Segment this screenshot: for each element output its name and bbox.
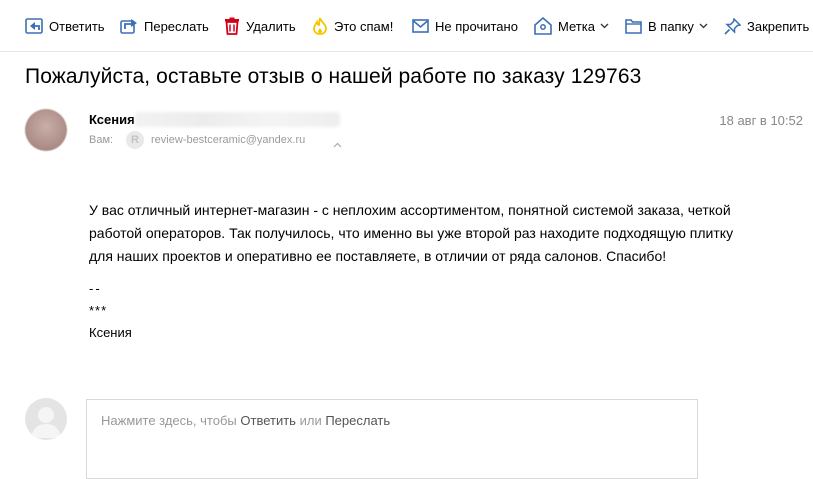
signature-name: Ксения xyxy=(89,325,132,340)
body-line: У вас отличный интернет-магазин - с непл… xyxy=(89,202,731,218)
message-subject: Пожалуйста, оставьте отзыв о нашей работ… xyxy=(25,65,642,88)
signature-stars: *** xyxy=(89,303,108,318)
reply-button[interactable]: Ответить xyxy=(25,14,105,38)
spam-fire-icon xyxy=(312,17,328,35)
reply-label: Ответить xyxy=(49,18,105,34)
quick-reply-or: или xyxy=(299,413,322,428)
signature-separator: -- xyxy=(89,281,102,296)
label-label: Метка xyxy=(558,18,595,34)
delete-button[interactable]: Удалить xyxy=(224,14,296,38)
envelope-icon xyxy=(412,19,429,33)
message-toolbar: Ответить Переслать Удалить Это спам! Не … xyxy=(0,0,813,52)
quick-reply-link[interactable]: Ответить xyxy=(240,413,296,428)
quick-reply-box[interactable] xyxy=(86,399,698,479)
recipient-avatar: R xyxy=(126,131,144,149)
mark-unread-button[interactable]: Не прочитано xyxy=(412,14,518,38)
pin-icon xyxy=(724,17,741,35)
reply-icon xyxy=(25,17,43,35)
tag-icon xyxy=(534,17,552,35)
spam-button[interactable]: Это спам! xyxy=(312,14,393,38)
message-date: 18 авг в 10:52 xyxy=(719,113,803,128)
pin-label: Закрепить xyxy=(747,18,810,34)
unread-label: Не прочитано xyxy=(435,18,518,34)
recipient-address[interactable]: review-bestceramic@yandex.ru xyxy=(151,134,305,146)
quick-forward-link[interactable]: Переслать xyxy=(325,413,390,428)
chevron-down-icon xyxy=(699,23,708,29)
user-avatar-placeholder xyxy=(25,398,67,440)
sender-email-redacted xyxy=(135,112,340,127)
sender-name[interactable]: Ксения xyxy=(89,112,135,127)
chevron-down-icon xyxy=(600,23,609,29)
folder-icon xyxy=(625,18,642,34)
message-body: У вас отличный интернет-магазин - с непл… xyxy=(89,199,789,268)
move-to-folder-dropdown[interactable]: В папку xyxy=(625,14,708,38)
trash-icon xyxy=(224,17,240,35)
forward-button[interactable]: Переслать xyxy=(120,14,209,38)
body-line: работой операторов. Так получилось, что … xyxy=(89,225,734,241)
folder-label: В папку xyxy=(648,18,694,34)
spam-label: Это спам! xyxy=(334,18,394,34)
pin-button[interactable]: Закрепить xyxy=(724,14,809,38)
forward-label: Переслать xyxy=(144,18,209,34)
quick-reply-hint: Нажмите здесь, чтобы Ответить или Пересл… xyxy=(101,413,390,428)
sender-avatar[interactable] xyxy=(25,109,67,151)
quick-reply-prefix: Нажмите здесь, чтобы xyxy=(101,413,237,428)
body-line: для наших проектов и оперативно ее поста… xyxy=(89,248,667,264)
label-dropdown[interactable]: Метка xyxy=(534,14,609,38)
delete-label: Удалить xyxy=(246,18,296,34)
recipient-label: Вам: xyxy=(89,134,114,146)
chevron-up-icon[interactable] xyxy=(333,135,342,153)
forward-icon xyxy=(120,17,138,35)
